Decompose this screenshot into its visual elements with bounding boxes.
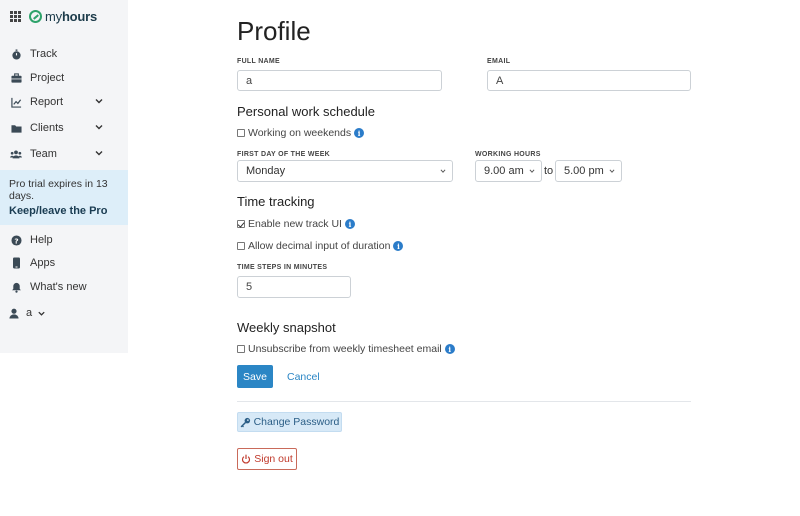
phone-icon bbox=[10, 257, 22, 269]
sidebar-item-track[interactable]: Track bbox=[10, 44, 118, 64]
chevron-down-icon[interactable] bbox=[94, 122, 104, 132]
time-tracking-section-title: Time tracking bbox=[237, 194, 315, 209]
info-icon[interactable]: i bbox=[344, 219, 355, 229]
logo-text-suffix: hours bbox=[61, 8, 98, 24]
chevron-down-icon bbox=[609, 169, 615, 173]
decimal-input-row[interactable]: Allow decimal input of duration i bbox=[237, 239, 404, 253]
new-track-ui-checkbox[interactable] bbox=[237, 220, 245, 228]
sidebar-item-whats-new[interactable]: What's new bbox=[10, 277, 118, 297]
sidebar-item-project[interactable]: Project bbox=[10, 68, 118, 88]
help-icon: ? bbox=[10, 234, 22, 246]
decimal-input-label: Allow decimal input of duration bbox=[248, 240, 391, 252]
info-icon[interactable]: i bbox=[444, 344, 455, 354]
first-day-label: FIRST DAY OF THE WEEK bbox=[237, 151, 331, 158]
email-label: EMAIL bbox=[487, 58, 511, 65]
sidebar-item-label: Team bbox=[30, 148, 57, 160]
user-icon bbox=[8, 307, 20, 319]
full-name-label: FULL NAME bbox=[237, 58, 281, 65]
info-icon[interactable]: i bbox=[393, 241, 404, 251]
sidebar-item-clients[interactable]: Clients bbox=[10, 118, 118, 138]
sidebar-item-team[interactable]: Team bbox=[10, 144, 118, 164]
keep-leave-pro-link[interactable]: Keep/leave the Pro bbox=[9, 205, 119, 217]
chevron-down-icon bbox=[529, 169, 535, 173]
hours-from-value: 9.00 am bbox=[484, 165, 524, 177]
bell-icon bbox=[10, 281, 22, 293]
schedule-section-title: Personal work schedule bbox=[237, 104, 376, 119]
stopwatch-icon bbox=[10, 48, 22, 60]
hours-to-word: to bbox=[544, 165, 554, 177]
weekends-checkbox[interactable] bbox=[237, 129, 245, 137]
briefcase-icon bbox=[10, 72, 22, 84]
sidebar-item-help[interactable]: ? Help bbox=[10, 230, 118, 250]
page-title: Profile bbox=[237, 16, 311, 46]
apps-grid-icon[interactable] bbox=[10, 10, 21, 22]
user-label: a bbox=[26, 307, 33, 319]
new-track-ui-label: Enable new track UI bbox=[248, 218, 342, 230]
working-hours-label: WORKING HOURS bbox=[475, 151, 541, 158]
snapshot-section-title: Weekly snapshot bbox=[237, 320, 336, 335]
chart-icon bbox=[10, 96, 22, 108]
logo-icon bbox=[29, 9, 42, 23]
time-steps-input[interactable]: 5 bbox=[237, 276, 351, 298]
sidebar: myhours Track Project Report Clients Tea… bbox=[0, 0, 128, 353]
folder-icon bbox=[10, 122, 22, 134]
email-input[interactable]: A bbox=[487, 70, 691, 91]
power-icon bbox=[242, 454, 251, 464]
new-track-ui-row[interactable]: Enable new track UI i bbox=[237, 217, 355, 231]
team-icon bbox=[10, 148, 22, 160]
first-day-value: Monday bbox=[246, 165, 286, 177]
trial-banner: Pro trial expires in 13 days. Keep/leave… bbox=[0, 170, 128, 225]
key-icon bbox=[240, 417, 250, 427]
decimal-input-checkbox[interactable] bbox=[237, 242, 245, 250]
info-icon[interactable]: i bbox=[354, 128, 365, 138]
sidebar-item-report[interactable]: Report bbox=[10, 92, 118, 112]
chevron-down-icon[interactable] bbox=[94, 148, 104, 158]
brand: myhours bbox=[10, 8, 97, 24]
sidebar-item-label: Apps bbox=[30, 257, 56, 269]
hours-to-value: 5.00 pm bbox=[564, 165, 604, 177]
sidebar-item-label: Track bbox=[30, 48, 58, 60]
chevron-down-icon bbox=[38, 311, 45, 316]
trial-text: Pro trial expires in 13 days. bbox=[9, 178, 108, 202]
logo-text[interactable]: myhours bbox=[45, 9, 97, 24]
svg-text:?: ? bbox=[14, 236, 18, 245]
logo-text-prefix: my bbox=[45, 8, 62, 24]
first-day-select[interactable]: Monday bbox=[237, 160, 453, 182]
chevron-down-icon[interactable] bbox=[94, 96, 104, 106]
sign-out-label: Sign out bbox=[254, 453, 293, 465]
time-steps-label: TIME STEPS IN MINUTES bbox=[237, 264, 328, 271]
sign-out-button[interactable]: Sign out bbox=[237, 448, 297, 470]
unsubscribe-label: Unsubscribe from weekly timesheet email bbox=[248, 343, 442, 355]
sidebar-item-label: Clients bbox=[30, 122, 64, 134]
sidebar-item-label: What's new bbox=[30, 281, 87, 293]
divider bbox=[237, 401, 691, 402]
unsubscribe-checkbox[interactable] bbox=[237, 345, 245, 353]
sidebar-item-apps[interactable]: Apps bbox=[10, 253, 118, 273]
sidebar-item-label: Report bbox=[30, 96, 64, 108]
cancel-button[interactable]: Cancel bbox=[287, 365, 320, 388]
sidebar-item-label: Help bbox=[30, 234, 53, 246]
full-name-input[interactable]: a bbox=[237, 70, 442, 91]
change-password-label: Change Password bbox=[253, 416, 340, 428]
weekends-label: Working on weekends bbox=[248, 127, 352, 139]
save-button[interactable]: Save bbox=[237, 365, 273, 388]
weekends-row[interactable]: Working on weekends i bbox=[237, 126, 365, 140]
sidebar-item-label: Project bbox=[30, 72, 65, 84]
chevron-down-icon bbox=[440, 169, 446, 173]
user-menu[interactable]: a bbox=[8, 303, 116, 323]
hours-to-select[interactable]: 5.00 pm bbox=[555, 160, 622, 182]
change-password-button[interactable]: Change Password bbox=[237, 412, 342, 432]
unsubscribe-row[interactable]: Unsubscribe from weekly timesheet email … bbox=[237, 342, 455, 356]
hours-from-select[interactable]: 9.00 am bbox=[475, 160, 542, 182]
